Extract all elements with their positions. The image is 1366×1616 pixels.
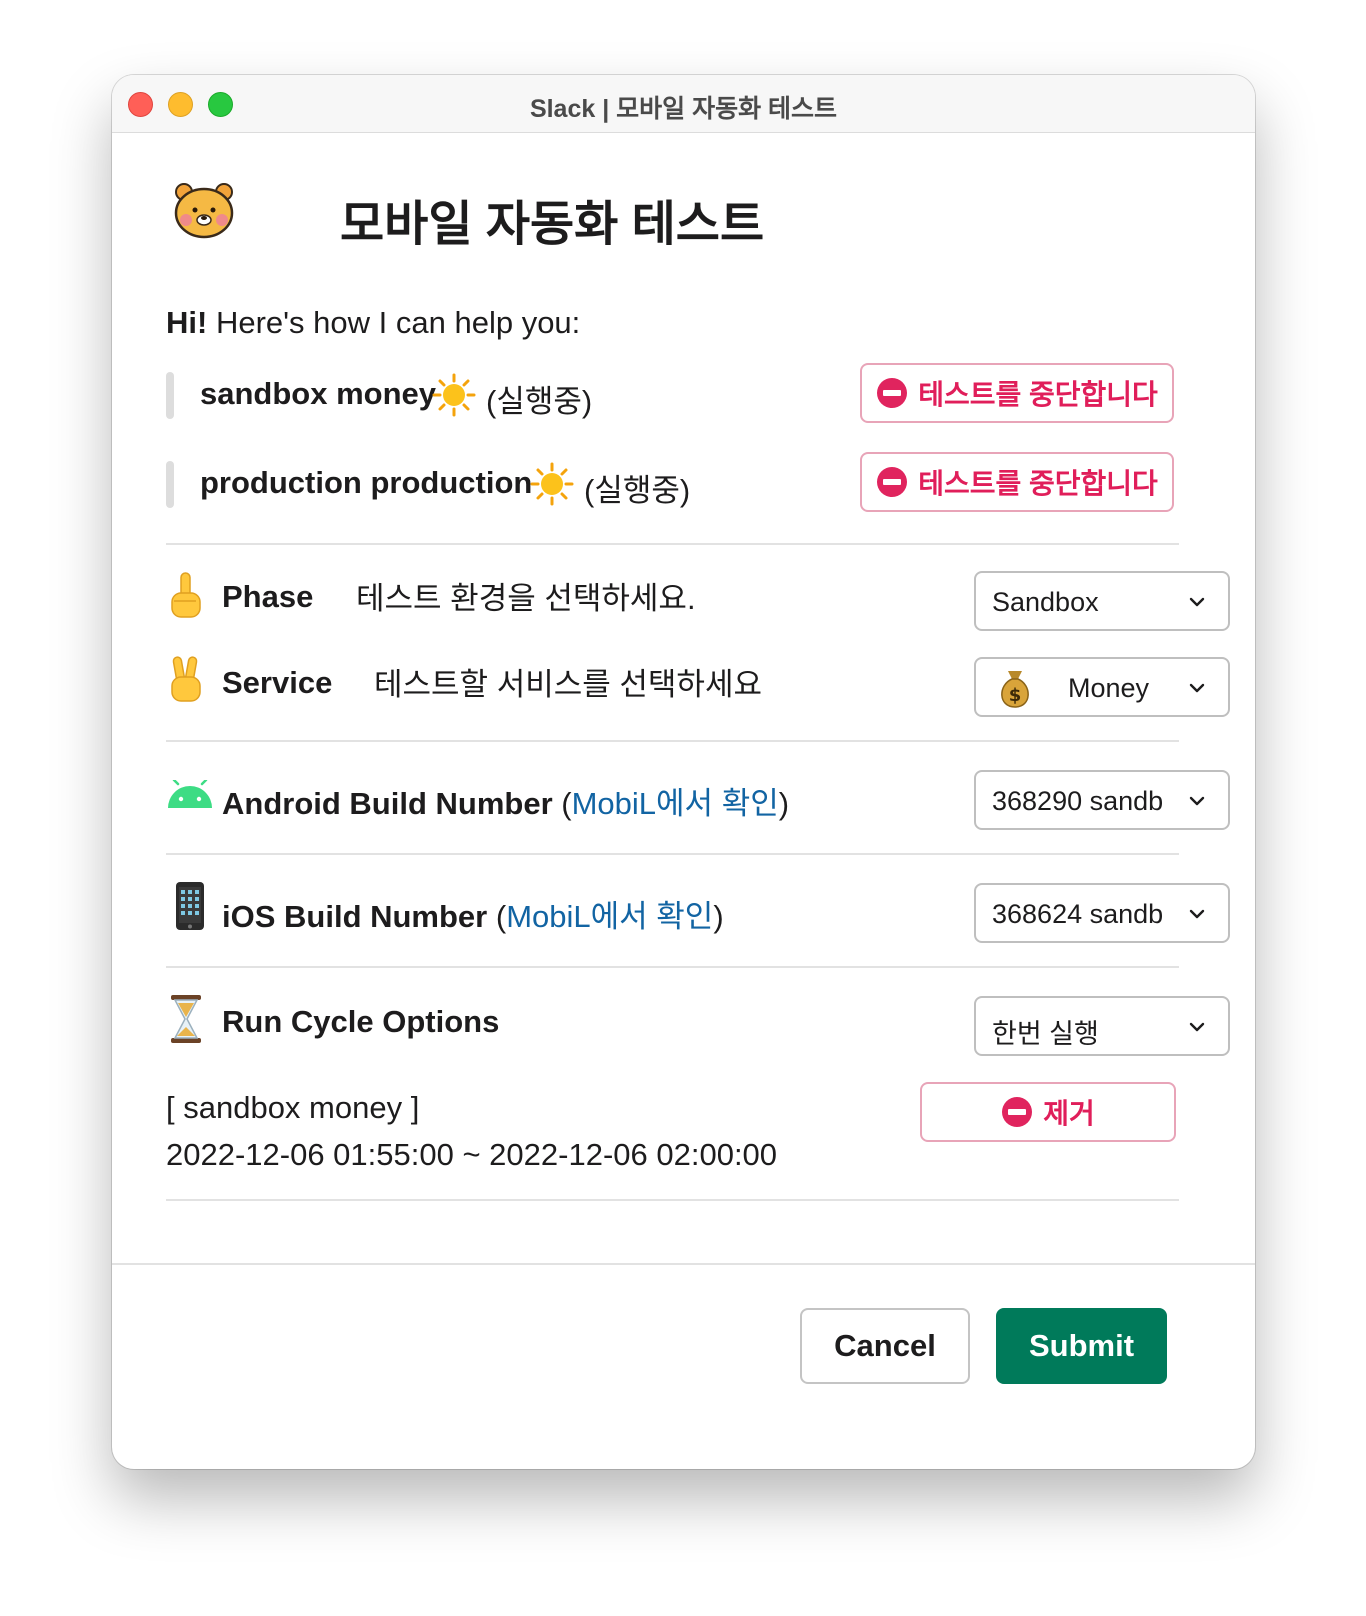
chevron-down-icon (1189, 796, 1205, 806)
intro-text: Hi! Here's how I can help you: (166, 305, 580, 341)
mobil-link[interactable]: MobiL에서 확인 (506, 899, 713, 934)
svg-text:$: $ (1009, 685, 1022, 706)
android-build-selected-value: 368290 sandb (992, 786, 1164, 816)
ios-build-label: iOS Build Number (MobiL에서 확인) (222, 891, 724, 936)
divider (166, 543, 1179, 545)
window-title: Slack | 모바일 자동화 테스트 (529, 95, 838, 123)
android-build-label-text: Android Build Number (222, 786, 553, 821)
service-selected-value: Money (1068, 673, 1150, 703)
cancel-button[interactable]: Cancel (800, 1308, 970, 1384)
hourglass-icon (171, 995, 201, 1043)
stop-test-button[interactable]: 테스트를 중단합니다 (860, 452, 1174, 512)
phase-hint: 테스트 환경을 선택하세요. (356, 581, 696, 616)
phase-select[interactable]: Sandbox (974, 571, 1230, 631)
android-build-select[interactable]: 368290 sandb (974, 770, 1230, 830)
phase-selected-value: Sandbox (992, 587, 1099, 617)
divider (166, 1199, 1179, 1201)
quote-bar (166, 461, 174, 508)
no-entry-icon (1002, 1097, 1033, 1127)
chevron-down-icon (1189, 597, 1205, 607)
ios-build-select[interactable]: 368624 sandb (974, 883, 1230, 943)
remove-label: 제거 (1043, 1098, 1095, 1129)
schedule-name: [ sandbox money ] (166, 1090, 420, 1125)
run-cycle-select[interactable]: 한번 실행 (974, 996, 1230, 1056)
remove-schedule-button[interactable]: 제거 (920, 1082, 1176, 1142)
divider (166, 966, 1179, 968)
running-test-name: production production (200, 465, 533, 500)
run-cycle-label: Run Cycle Options (222, 1004, 500, 1039)
running-status: (실행중) (584, 473, 691, 508)
chevron-down-icon (1189, 683, 1205, 693)
service-select[interactable]: $ Money (974, 657, 1230, 717)
divider (166, 740, 1179, 742)
ios-build-label-text: iOS Build Number (222, 899, 488, 934)
victory-hand-icon (171, 656, 201, 702)
schedule-time: 2022-12-06 01:55:00 ~ 2022-12-06 02:00:0… (166, 1137, 778, 1172)
running-status: (실행중) (486, 384, 593, 419)
running-test-name: sandbox money (200, 376, 436, 411)
android-icon (168, 780, 212, 808)
bear-face-icon (174, 183, 234, 239)
chevron-down-icon (1189, 1022, 1205, 1032)
money-bag-icon: $ (1001, 671, 1029, 708)
running-test-row: production production (실행중) 테스트를 중단합니다 (166, 452, 1186, 514)
intro-greeting: Hi! (166, 305, 208, 340)
android-build-label: Android Build Number (MobiL에서 확인) (222, 778, 789, 823)
sun-icon (530, 462, 574, 506)
modal-header: 모바일 자동화 테스트 (172, 180, 872, 251)
page-title: 모바일 자동화 테스트 (340, 198, 765, 251)
service-hint: 테스트할 서비스를 선택하세요 (374, 667, 762, 702)
stop-test-button[interactable]: 테스트를 중단합니다 (860, 363, 1174, 423)
submit-button[interactable]: Submit (996, 1308, 1167, 1384)
stop-test-label: 테스트를 중단합니다 (918, 379, 1158, 410)
stop-test-label: 테스트를 중단합니다 (918, 468, 1158, 499)
run-cycle-selected-value: 한번 실행 (992, 1019, 1099, 1049)
paren-close: ) (713, 899, 724, 934)
sun-icon (432, 373, 476, 417)
mobil-link[interactable]: MobiL에서 확인 (572, 786, 779, 821)
android-build-row: Android Build Number (MobiL에서 확인) 368290… (166, 768, 1230, 830)
phase-row: Phase 테스트 환경을 선택하세요. Sandbox (166, 569, 1230, 631)
paren-open: ( (495, 899, 507, 934)
paren-open: ( (561, 786, 572, 821)
paren-close: ) (778, 786, 790, 821)
no-entry-icon (877, 378, 908, 408)
quote-bar (166, 372, 174, 419)
ios-build-selected-value: 368624 sandb (992, 899, 1164, 929)
intro-body: Here's how I can help you: (207, 305, 581, 340)
slack-modal-window: Slack | 모바일 자동화 테스트 모바일 자동화 테스트 Hi! Here… (112, 75, 1255, 1469)
ios-build-row: iOS Build Number (MobiL에서 확인) 368624 san… (166, 881, 1230, 943)
divider (166, 853, 1179, 855)
pointing-up-hand-icon (171, 572, 201, 618)
mobile-phone-icon (176, 882, 204, 930)
title-bar: Slack | 모바일 자동화 테스트 (112, 75, 1255, 133)
service-row: Service 테스트할 서비스를 선택하세요 $ Money (166, 655, 1230, 717)
running-test-row: sandbox money (실행중) 테스트를 중단합니다 (166, 363, 1186, 425)
phase-label: Phase (222, 579, 314, 614)
run-cycle-row: Run Cycle Options 한번 실행 (166, 994, 1230, 1056)
no-entry-icon (877, 467, 908, 497)
service-label: Service (222, 665, 333, 700)
footer-divider (112, 1263, 1255, 1265)
chevron-down-icon (1189, 909, 1205, 919)
